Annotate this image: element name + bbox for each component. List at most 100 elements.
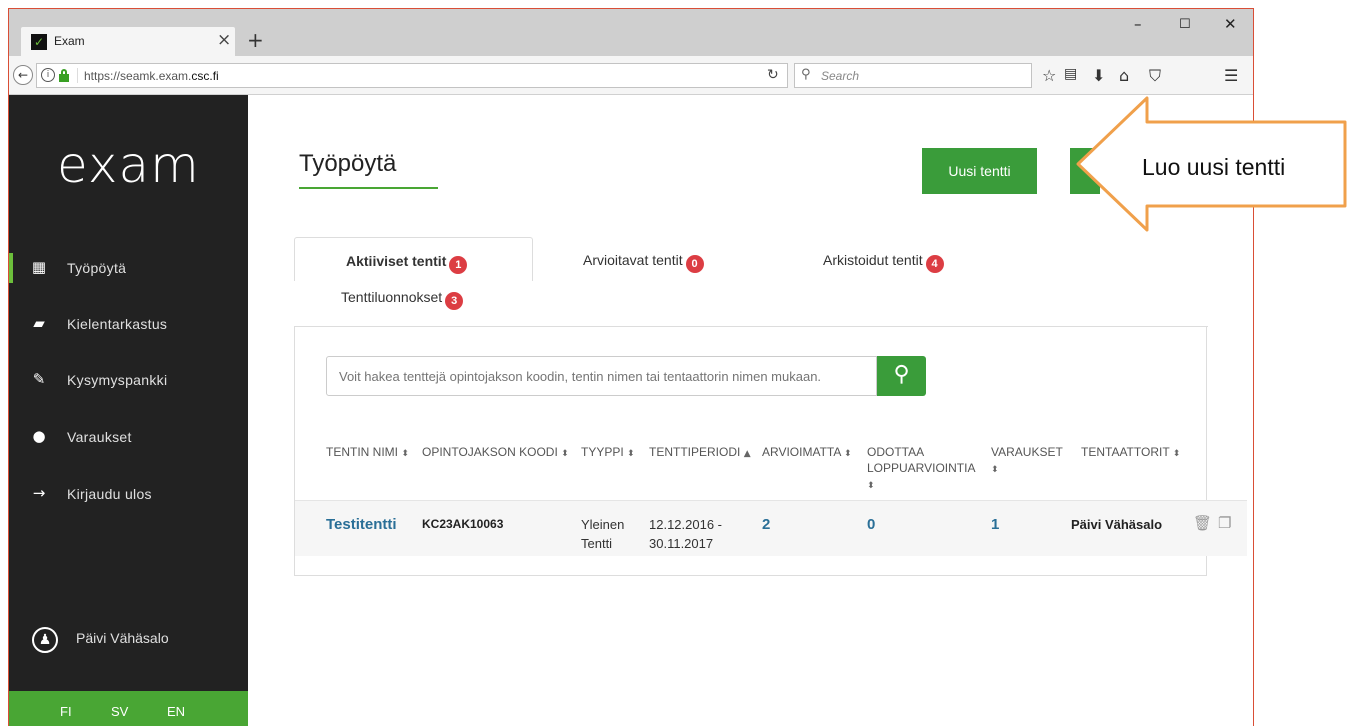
column-header-examiners[interactable]: TENTAATTORIT ⬍: [1081, 444, 1180, 462]
column-label: ODOTTAA LOPPUARVIOINTIA: [867, 445, 976, 475]
language-bar: FI SV EN: [9, 691, 248, 726]
arrow-right-icon: →: [32, 484, 46, 502]
title-bar: ✓ Exam × + – ☐ ✕: [9, 9, 1253, 56]
column-header-reservations[interactable]: VARAUKSET ⬍: [991, 444, 1066, 478]
sort-icon: ⬍: [867, 481, 875, 491]
url-domain: csc.fi: [191, 69, 219, 83]
user-name[interactable]: Päivi Vähäsalo: [76, 630, 169, 646]
sidebar-item-label: Kysymyspankki: [67, 372, 168, 388]
column-label: TENTIN NIMI: [326, 445, 398, 459]
sort-icon: ⬍: [991, 465, 999, 475]
sidebar-item-tyopoyta[interactable]: ▦ Työpöytä: [9, 253, 248, 283]
sort-icon: ⬍: [844, 449, 852, 459]
search-icon: ⚲: [801, 67, 811, 82]
secondary-green-button[interactable]: [1070, 148, 1100, 194]
new-exam-button[interactable]: Uusi tentti: [922, 148, 1037, 194]
sort-asc-icon: ▲: [743, 449, 751, 459]
pocket-icon[interactable]: ⛉: [1149, 66, 1161, 86]
unrated-count[interactable]: 2: [762, 515, 770, 534]
sidebar-item-kirjaudu-ulos[interactable]: → Kirjaudu ulos: [9, 479, 248, 509]
sort-icon: ⬍: [561, 449, 569, 459]
awaiting-count[interactable]: 0: [867, 515, 875, 534]
minimize-icon[interactable]: –: [1134, 15, 1142, 33]
sidebar: exam ▦ Työpöytä ▰ Kielentarkastus ✎ Kysy…: [9, 95, 248, 726]
column-header-name[interactable]: TENTIN NIMI ⬍: [326, 444, 409, 462]
sort-icon: ⬍: [1172, 449, 1181, 459]
examiner-name: Päivi Vähäsalo: [1071, 517, 1163, 532]
column-header-unrated[interactable]: ARVIOIMATTA ⬍: [762, 444, 852, 462]
column-header-type[interactable]: TYYPPI ⬍: [581, 444, 635, 462]
table-row[interactable]: Testitentti KC23AK10063 Yleinen Tentti 1…: [295, 500, 1247, 556]
column-label: TYYPPI: [581, 445, 624, 459]
url-separator: [77, 68, 78, 83]
book-icon: ▰: [33, 314, 45, 332]
url-bar[interactable]: i https://seamk.exam.csc.fi ↻: [36, 63, 788, 88]
exam-type: Yleinen Tentti: [581, 517, 625, 551]
info-icon[interactable]: i: [41, 68, 55, 82]
exam-logo: exam: [57, 136, 200, 194]
home-icon[interactable]: ⌂: [1119, 66, 1129, 85]
user-icon: ●: [32, 427, 46, 445]
exam-name-link[interactable]: Testitentti: [326, 515, 397, 534]
browser-search-box[interactable]: ⚲ Search: [794, 63, 1032, 88]
tab-aktiiviset[interactable]: Aktiiviset tentit 1: [294, 237, 533, 281]
column-label: TENTAATTORIT: [1081, 445, 1170, 459]
tab-label: Arkistoidut tentit: [823, 252, 923, 268]
bookmark-star-icon[interactable]: ☆: [1042, 66, 1056, 85]
tab-tenttiluonnokset[interactable]: Tenttiluonnokset 3: [338, 281, 538, 325]
column-label: OPINTOJAKSON KOODI: [422, 445, 558, 459]
sidebar-item-label: Kielentarkastus: [67, 316, 168, 332]
close-window-icon[interactable]: ✕: [1224, 15, 1237, 33]
main-content: Työpöytä Uusi tentti Aktiiviset tentit 1 …: [248, 95, 1253, 726]
browser-tab[interactable]: ✓ Exam ×: [21, 27, 235, 56]
tab-count-badge: 1: [449, 256, 468, 274]
dashboard-icon: ▦: [31, 258, 47, 276]
tab-arkistoidut[interactable]: Arkistoidut tentit 4: [819, 237, 1019, 281]
tab-title: Exam: [54, 34, 85, 48]
reload-icon[interactable]: ↻: [767, 67, 779, 83]
trash-icon[interactable]: 🗑: [1193, 514, 1212, 532]
navigation-bar: ← i https://seamk.exam.csc.fi ↻ ⚲ Search…: [9, 56, 1253, 95]
exam-search-input[interactable]: [326, 356, 877, 396]
new-tab-icon[interactable]: +: [247, 28, 264, 52]
back-arrow-icon[interactable]: ←: [13, 65, 33, 85]
sidebar-item-kysymyspankki[interactable]: ✎ Kysymyspankki: [9, 365, 248, 395]
exam-app: exam ▦ Työpöytä ▰ Kielentarkastus ✎ Kysy…: [9, 95, 1253, 726]
column-header-awaiting[interactable]: ODOTTAA LOPPUARVIOINTIA ⬍: [867, 444, 977, 494]
lock-icon[interactable]: [59, 69, 69, 82]
sidebar-item-label: Varaukset: [67, 429, 132, 445]
column-header-period[interactable]: TENTTIPERIODI ▲: [649, 444, 751, 462]
close-tab-icon[interactable]: ×: [217, 30, 231, 50]
browser-search-placeholder: Search: [821, 69, 860, 83]
sidebar-item-varaukset[interactable]: ● Varaukset: [9, 422, 248, 452]
copy-icon[interactable]: ❐: [1218, 514, 1231, 532]
column-label: ARVIOIMATTA: [762, 445, 841, 459]
pencil-icon: ✎: [32, 370, 46, 388]
column-label: VARAUKSET: [991, 445, 1063, 459]
search-icon[interactable]: ⚲: [877, 356, 926, 396]
tab-label: Tenttiluonnokset: [341, 289, 443, 305]
language-en[interactable]: EN: [167, 704, 185, 719]
column-header-code[interactable]: OPINTOJAKSON KOODI ⬍: [422, 444, 569, 462]
sort-icon: ⬍: [401, 449, 409, 459]
sidebar-item-label: Kirjaudu ulos: [67, 486, 152, 502]
language-sv[interactable]: SV: [111, 704, 128, 719]
language-fi[interactable]: FI: [60, 704, 72, 719]
download-icon[interactable]: ⬇: [1092, 66, 1105, 85]
browser-window: ✓ Exam × + – ☐ ✕ ← i https://seamk.exam.…: [8, 8, 1254, 726]
avatar-icon[interactable]: ♟: [32, 627, 58, 653]
tab-label: Aktiiviset tentit: [346, 253, 447, 269]
maximize-icon[interactable]: ☐: [1179, 17, 1191, 32]
url-text: https://seamk.exam.csc.fi: [84, 69, 219, 83]
tab-count-badge: 3: [445, 292, 464, 310]
sort-icon: ⬍: [627, 449, 635, 459]
reading-list-icon[interactable]: ▤: [1064, 66, 1077, 82]
reservations-count[interactable]: 1: [991, 515, 999, 534]
sidebar-item-kielentarkastus[interactable]: ▰ Kielentarkastus: [9, 309, 248, 339]
url-prefix: https://seamk.exam.: [84, 69, 192, 83]
page-title: Työpöytä: [299, 150, 397, 177]
title-underline: [299, 187, 438, 189]
tab-arvioitavat[interactable]: Arvioitavat tentit 0: [579, 237, 779, 281]
menu-icon[interactable]: ☰: [1224, 66, 1238, 85]
column-label: TENTTIPERIODI: [649, 445, 741, 459]
